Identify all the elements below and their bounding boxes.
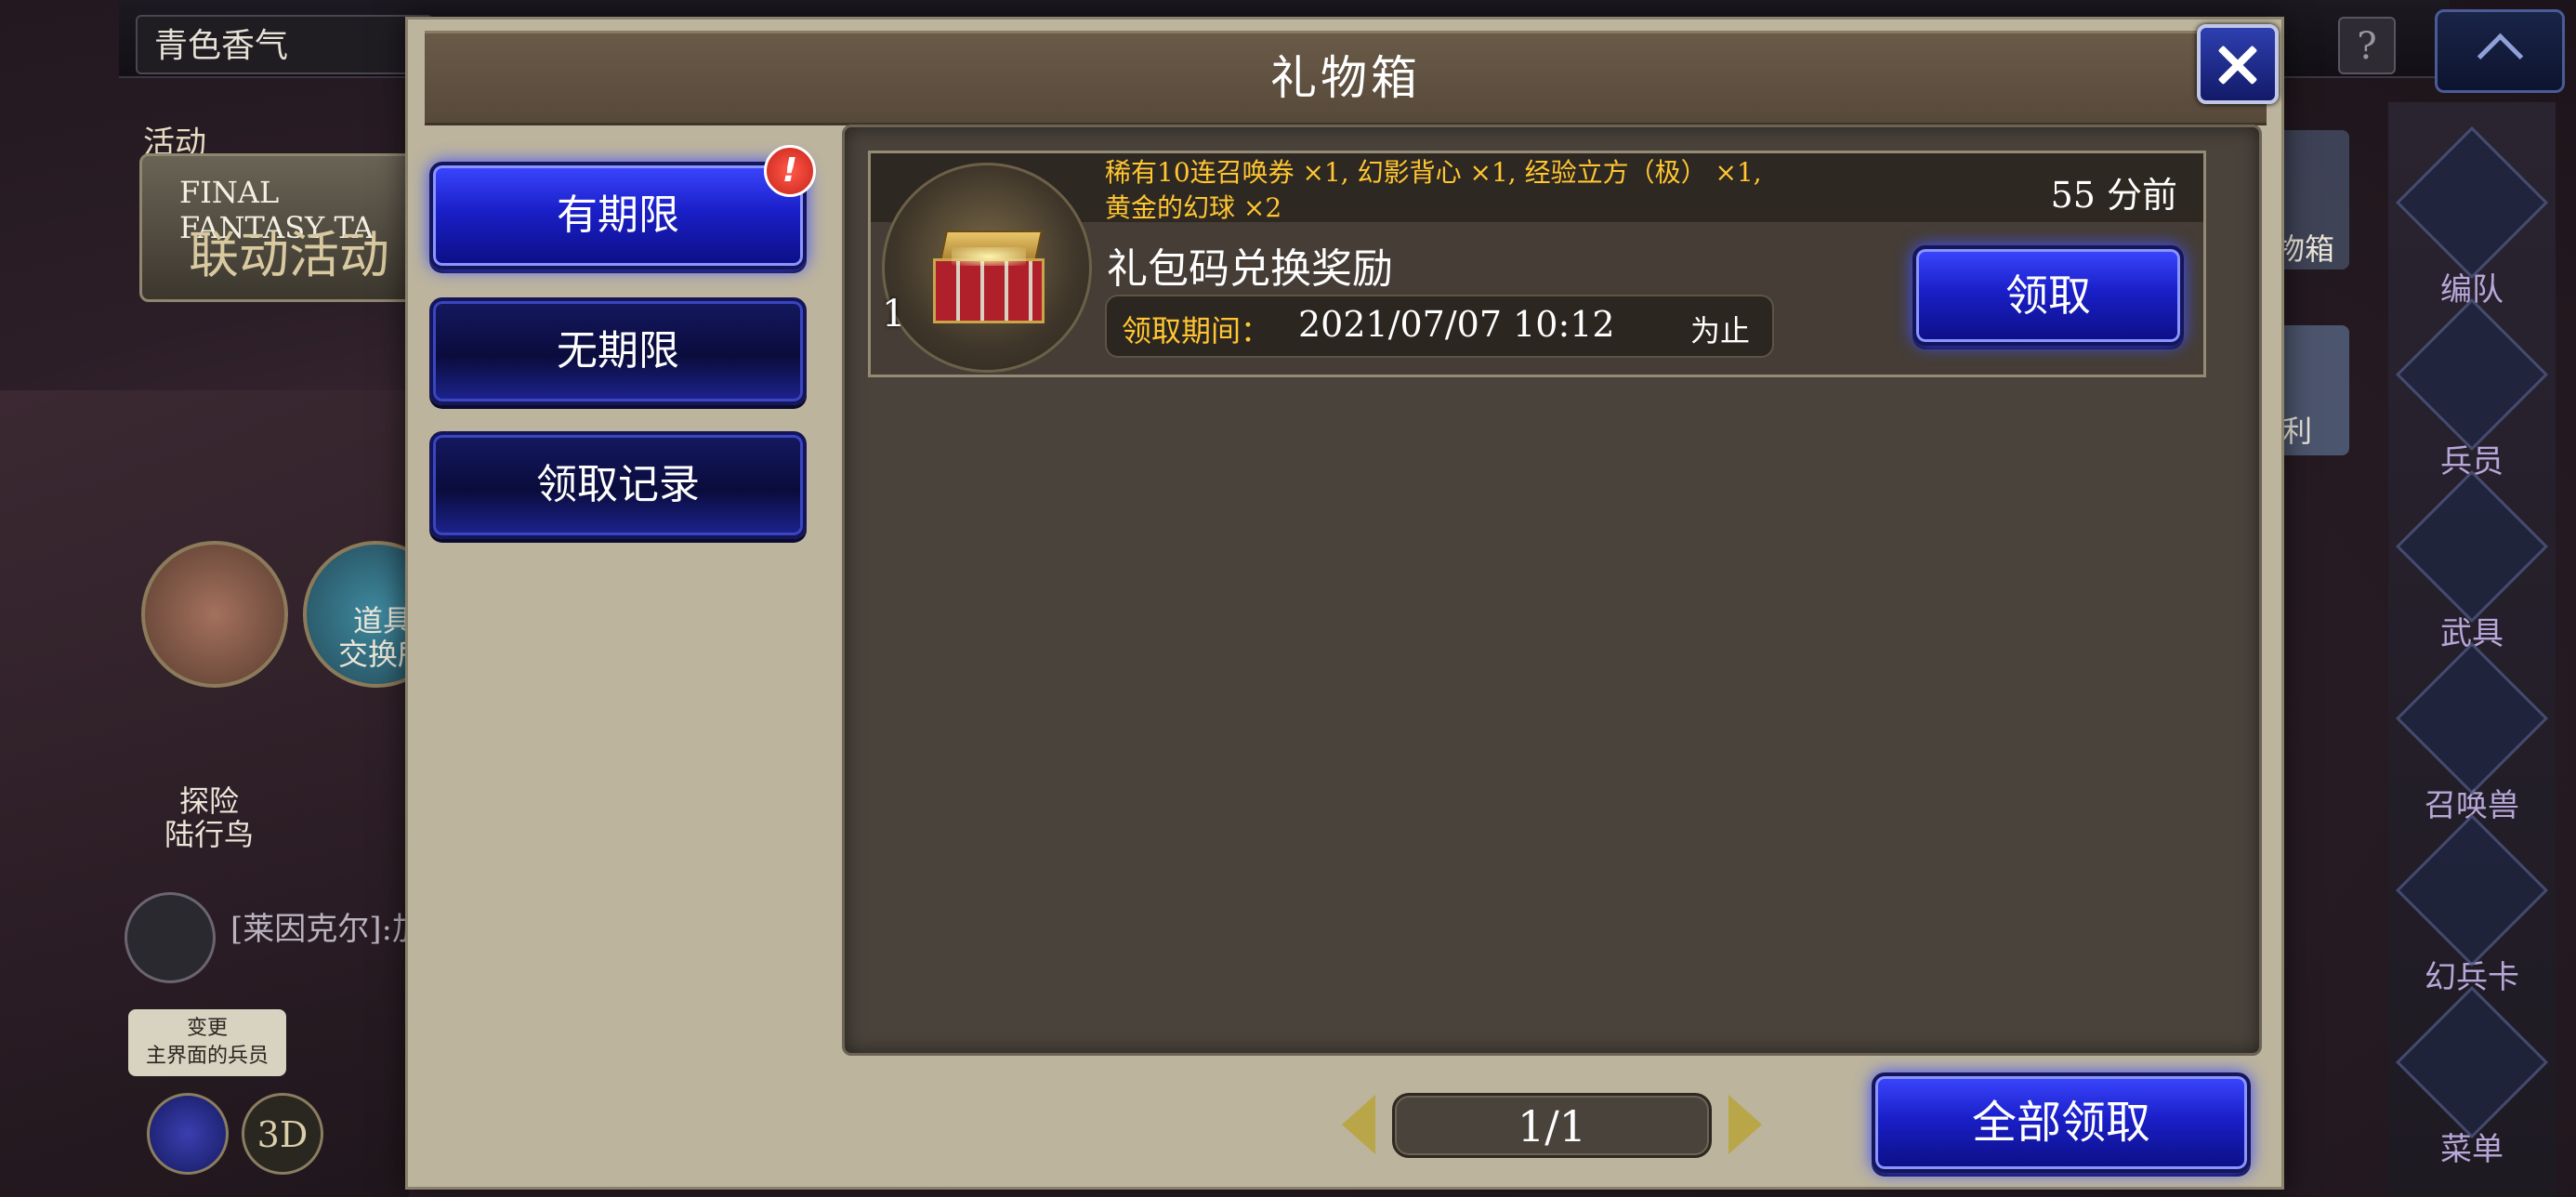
claim-button[interactable]: 领取 [1912, 245, 2184, 346]
summon-icon [2395, 641, 2549, 796]
side-menu-weapons[interactable]: 武具 [2395, 469, 2549, 652]
modal-title: 礼物箱 [1270, 51, 1421, 105]
book-icon [2395, 985, 2549, 1139]
chocobo-expedition-label[interactable]: 探险 陆行鸟 [149, 784, 269, 851]
toggle-3d-button[interactable]: 3D [242, 1093, 323, 1175]
side-menu-units[interactable]: 兵员 [2395, 297, 2549, 480]
chat-icon[interactable] [125, 892, 216, 983]
side-menu-party[interactable]: 编队 [2395, 125, 2549, 309]
moogle-shop-icon[interactable] [141, 541, 288, 688]
gift-received-time: 55 分前 [2050, 175, 2177, 216]
party-icon [2395, 125, 2549, 280]
help-icon[interactable]: ? [2338, 17, 2396, 74]
treasure-chest-icon [882, 163, 1092, 373]
claim-period: 领取期间： 2021/07/07 10:12 为止 [1105, 295, 1774, 358]
chat-preview[interactable]: [莱因克尔]:加 [230, 903, 424, 949]
event-banner-subtitle: 联动活动 [189, 226, 389, 284]
side-menu-summons[interactable]: 召唤兽 [2395, 641, 2549, 824]
close-icon[interactable] [2197, 24, 2279, 104]
change-character-button[interactable] [147, 1093, 229, 1175]
rewards-shortcut-label: 利 [2282, 414, 2313, 449]
claim-period-suffix: 为止 [1689, 313, 1750, 349]
collapse-up-button[interactable] [2435, 9, 2565, 93]
tab-claim-history[interactable]: 领取记录 [429, 431, 807, 539]
alert-badge-icon: ! [764, 145, 816, 197]
event-banner[interactable]: FINAL FANTASY TA 联动活动 [139, 153, 418, 302]
side-menu-main[interactable]: 菜单 [2395, 985, 2549, 1168]
side-menu-cards[interactable]: 幻兵卡 [2395, 813, 2549, 996]
units-icon [2395, 297, 2549, 452]
next-page-arrow-icon[interactable] [1728, 1095, 1762, 1154]
tab-limited[interactable]: 有期限 [429, 162, 807, 270]
prev-page-arrow-icon[interactable] [1342, 1095, 1375, 1154]
gift-name: 礼包码兑换奖励 [1107, 245, 1393, 293]
gift-contents: 稀有10连召唤券 ×1, 幻影背心 ×1, 经验立方（极） ×1, 黄金的幻球 … [1105, 157, 1762, 223]
card-icon [2395, 813, 2549, 967]
chest-body [933, 258, 1045, 323]
claim-all-button[interactable]: 全部领取 [1872, 1072, 2251, 1173]
tooltip: 变更 主界面的兵员 [128, 1009, 286, 1076]
tab-unlimited[interactable]: 无期限 [429, 297, 807, 405]
player-name: 青色香气 [136, 15, 433, 74]
modal-header: 礼物箱 [425, 31, 2267, 125]
chest-graphic [933, 230, 1045, 323]
page-indicator: 1/1 [1392, 1093, 1712, 1158]
claim-period-date: 2021/07/07 10:12 [1298, 304, 1615, 345]
chest-glow [952, 247, 1026, 266]
weapons-icon [2395, 469, 2549, 624]
gift-count: 1 [882, 293, 906, 335]
claim-period-label: 领取期间： [1122, 313, 1271, 349]
